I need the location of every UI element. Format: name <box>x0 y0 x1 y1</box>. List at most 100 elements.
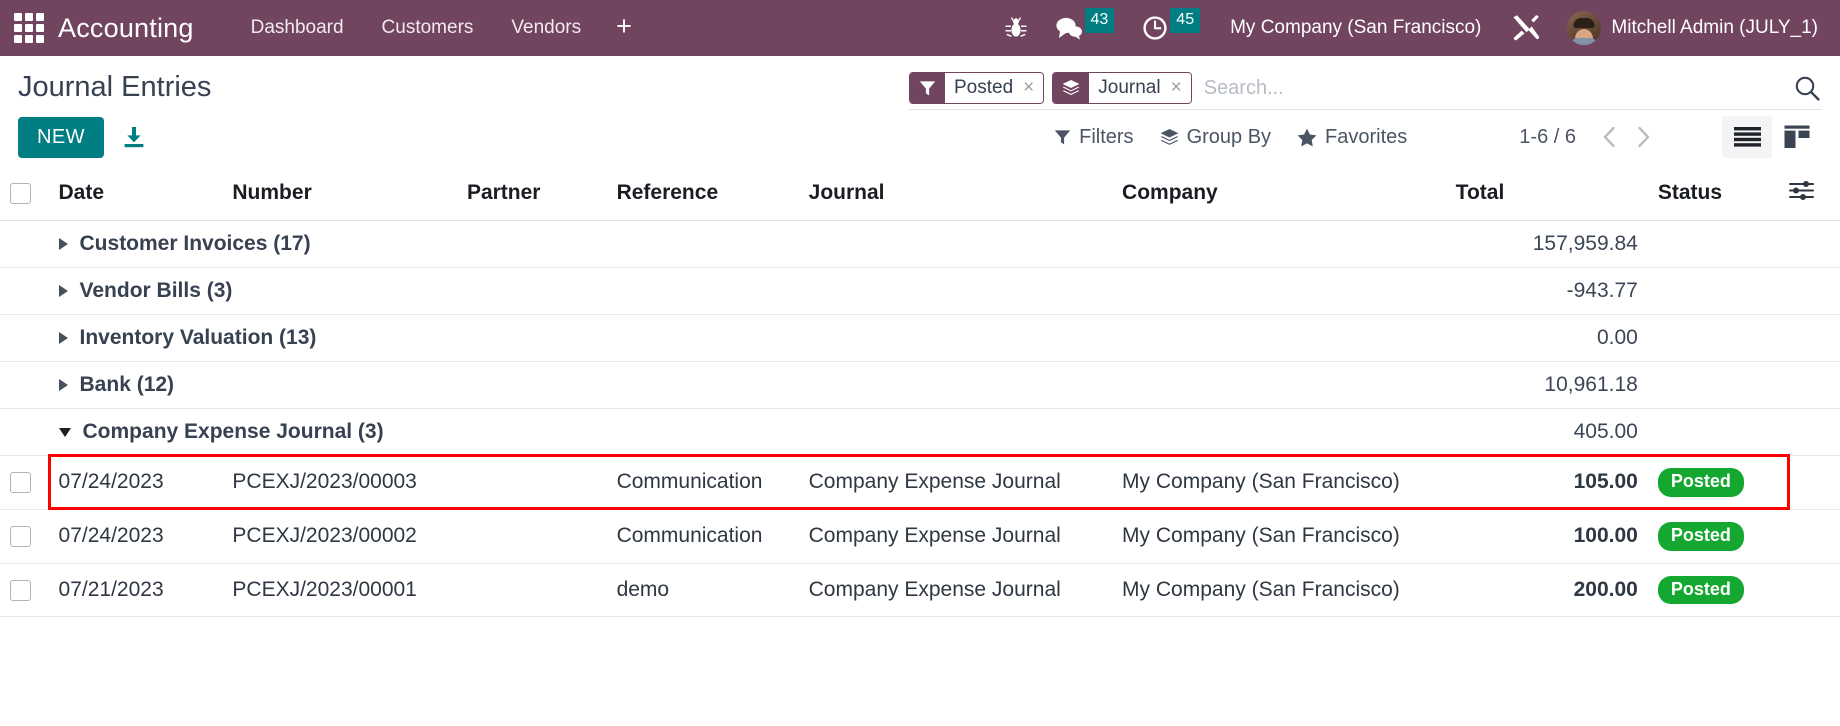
cell-date: 07/24/2023 <box>48 509 223 564</box>
row-opt <box>1779 509 1840 564</box>
activities-badge: 45 <box>1170 7 1201 33</box>
chevron-right-icon[interactable] <box>1628 122 1658 152</box>
chevron-down-icon[interactable] <box>58 427 71 437</box>
chevron-right-icon[interactable] <box>58 332 68 344</box>
row-checkbox[interactable] <box>10 579 31 601</box>
group-status <box>1647 361 1780 409</box>
column-header-status[interactable]: Status <box>1647 168 1780 221</box>
chevron-left-icon[interactable] <box>1594 122 1624 152</box>
group-total: 405.00 <box>1445 408 1648 456</box>
nav-item-customers[interactable]: Customers <box>363 11 493 45</box>
cell-reference: demo <box>606 563 799 618</box>
cell-journal: Company Expense Journal <box>798 563 1113 618</box>
nav-item-dashboard[interactable]: Dashboard <box>232 11 363 45</box>
column-header-number[interactable]: Number <box>222 168 457 221</box>
group-label-cell[interactable]: Inventory Valuation (13) <box>48 314 1446 362</box>
column-header-partner[interactable]: Partner <box>456 168 607 221</box>
nav-add-icon[interactable]: + <box>600 11 648 46</box>
group-row-inventory-valuation[interactable]: Inventory Valuation (13) 0.00 <box>0 314 1840 362</box>
bug-icon[interactable] <box>991 0 1041 56</box>
favorites-label: Favorites <box>1325 125 1408 148</box>
table-row[interactable]: 07/24/2023 PCEXJ/2023/00003 Communicatio… <box>0 455 1840 510</box>
company-switcher[interactable]: My Company (San Francisco) <box>1214 17 1497 39</box>
facet-posted-close-icon[interactable]: × <box>1019 73 1044 103</box>
user-menu[interactable]: Mitchell Admin (JULY_1) <box>1555 11 1822 45</box>
chevron-right-icon[interactable] <box>58 238 68 250</box>
group-label-cell[interactable]: Bank (12) <box>48 361 1446 409</box>
group-row-customer-invoices[interactable]: Customer Invoices (17) 157,959.84 <box>0 220 1840 268</box>
filters-dropdown[interactable]: Filters <box>1054 125 1134 149</box>
control-panel: Journal Entries Posted × Journal × Searc… <box>0 56 1840 168</box>
app-brand-accounting[interactable]: Accounting <box>58 13 194 44</box>
group-label-cell[interactable]: Company Expense Journal (3) <box>48 408 1446 456</box>
status-badge: Posted <box>1657 468 1744 497</box>
group-opt <box>1779 361 1840 409</box>
cell-reference: Communication <box>606 455 799 510</box>
pager-range[interactable]: 1-6 / 6 <box>1519 126 1576 149</box>
group-opt <box>1779 220 1840 268</box>
cell-total: 200.00 <box>1445 563 1648 618</box>
table-row[interactable]: 07/24/2023 PCEXJ/2023/00002 Communicatio… <box>0 509 1840 564</box>
table-row[interactable]: 07/21/2023 PCEXJ/2023/00001 demo Company… <box>0 563 1840 618</box>
group-opt <box>1779 267 1840 315</box>
group-label-cell[interactable]: Vendor Bills (3) <box>48 267 1446 315</box>
facet-posted[interactable]: Posted × <box>909 72 1045 104</box>
new-button[interactable]: NEW <box>18 116 104 158</box>
search-input[interactable] <box>1199 74 1784 102</box>
cell-status: Posted <box>1647 563 1780 618</box>
kanban-view-icon[interactable] <box>1772 116 1822 158</box>
table-body: Customer Invoices (17) 157,959.84 Vendor… <box>0 220 1840 618</box>
row-checkbox[interactable] <box>10 526 31 548</box>
filters-label: Filters <box>1079 125 1134 148</box>
group-title: Bank (12) <box>79 373 175 396</box>
download-import-icon[interactable] <box>118 121 150 153</box>
journal-entries-table: Date Number Partner Reference Journal Co… <box>0 168 1840 618</box>
page-title: Journal Entries <box>18 71 212 103</box>
group-label-cell[interactable]: Customer Invoices (17) <box>48 220 1446 268</box>
top-navbar: Accounting Dashboard Customers Vendors + <box>0 0 1840 56</box>
row-opt <box>1779 563 1840 618</box>
group-row-company-expense-journal[interactable]: Company Expense Journal (3) 405.00 <box>0 408 1840 456</box>
tools-icon[interactable] <box>1497 0 1555 56</box>
apps-grid-icon[interactable] <box>14 13 44 43</box>
column-header-date[interactable]: Date <box>48 168 223 221</box>
column-header-reference[interactable]: Reference <box>606 168 799 221</box>
column-settings-icon[interactable] <box>1789 181 1815 205</box>
navbar-systray: 43 45 My Company (San Francisco) Mitchel… <box>991 0 1823 56</box>
chevron-right-icon[interactable] <box>58 379 68 391</box>
group-title: Vendor Bills (3) <box>79 279 233 302</box>
group-total: 10,961.18 <box>1445 361 1648 409</box>
cell-reference: Communication <box>606 509 799 564</box>
favorites-dropdown[interactable]: Favorites <box>1297 126 1407 149</box>
search-icon[interactable] <box>1784 75 1822 101</box>
chevron-right-icon[interactable] <box>58 285 68 297</box>
group-status <box>1647 314 1780 362</box>
row-select-cell <box>0 563 49 618</box>
group-row-vendor-bills[interactable]: Vendor Bills (3) -943.77 <box>0 267 1840 315</box>
group-spacer <box>0 267 49 315</box>
list-view-icon[interactable] <box>1722 116 1772 158</box>
row-opt <box>1779 455 1840 510</box>
group-row-bank[interactable]: Bank (12) 10,961.18 <box>0 361 1840 409</box>
facet-journal-close-icon[interactable]: × <box>1166 73 1191 103</box>
column-header-journal[interactable]: Journal <box>798 168 1113 221</box>
user-name-label: Mitchell Admin (JULY_1) <box>1611 17 1818 38</box>
status-badge: Posted <box>1657 575 1744 605</box>
messages-counter[interactable]: 43 <box>1041 0 1129 56</box>
groupby-label: Group By <box>1186 125 1272 148</box>
select-all-checkbox[interactable] <box>10 182 31 204</box>
nav-item-vendors[interactable]: Vendors <box>492 11 600 45</box>
search-dropdowns: Filters Group By Favorites 1-6 / 6 <box>1054 116 1822 158</box>
group-status <box>1647 220 1780 268</box>
activities-counter[interactable]: 45 <box>1128 0 1214 56</box>
column-header-total[interactable]: Total <box>1445 168 1648 221</box>
cell-number: PCEXJ/2023/00002 <box>222 509 457 564</box>
column-header-company[interactable]: Company <box>1112 168 1446 221</box>
control-panel-top: Journal Entries Posted × Journal × Searc… <box>0 56 1840 110</box>
group-title: Customer Invoices (17) <box>79 232 311 255</box>
row-checkbox[interactable] <box>10 472 31 494</box>
group-status <box>1647 408 1780 456</box>
facet-journal[interactable]: Journal × <box>1052 72 1192 104</box>
table-header: Date Number Partner Reference Journal Co… <box>0 168 1840 221</box>
groupby-dropdown[interactable]: Group By <box>1160 126 1271 149</box>
